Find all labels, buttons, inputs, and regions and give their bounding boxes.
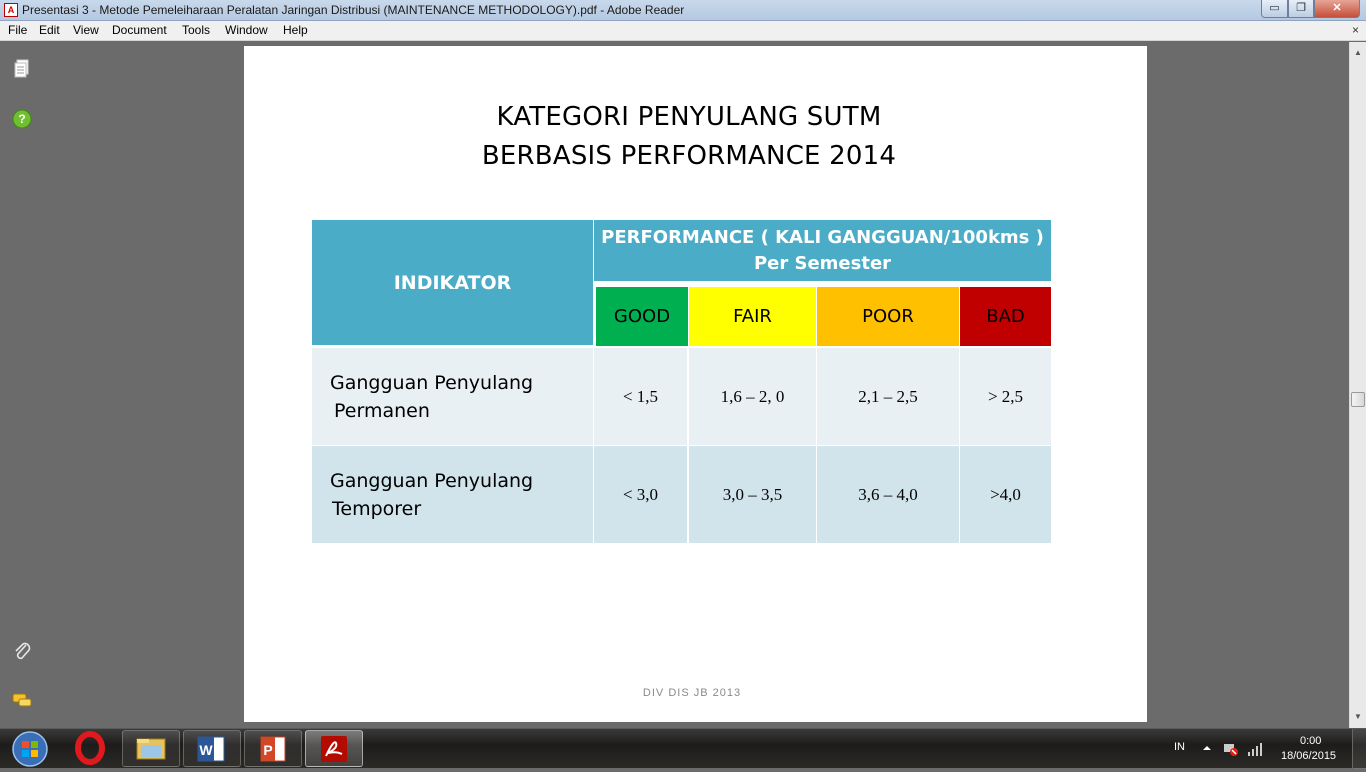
pages-icon[interactable] <box>11 58 33 80</box>
svg-text:?: ? <box>18 112 25 126</box>
taskbar: W P IN 0:00 18/06/2015 <box>0 728 1366 769</box>
menu-view[interactable]: View <box>73 23 99 37</box>
close-button[interactable]: ✕ <box>1314 0 1360 18</box>
adobe-reader-taskbar-button[interactable] <box>305 730 363 767</box>
table-cell: > 2,5 <box>960 348 1051 445</box>
rating-fair: FAIR <box>689 287 816 346</box>
header-performance: PERFORMANCE ( KALI GANGGUAN/100kms ) Per… <box>594 220 1051 281</box>
clock-time[interactable]: 0:00 <box>1300 735 1321 747</box>
adobe-reader-app-icon: A <box>4 3 18 17</box>
table-cell: 3,0 – 3,5 <box>689 446 816 543</box>
header-indikator: INDIKATOR <box>312 220 593 345</box>
powerpoint-taskbar-button[interactable]: P <box>244 730 302 767</box>
menu-file[interactable]: File <box>8 23 27 37</box>
slide-title-line1: KATEGORI PENYULANG SUTM <box>496 102 882 132</box>
title-bar: A Presentasi 3 - Metode Pemeleiharaan Pe… <box>0 0 1366 21</box>
slide-title: KATEGORI PENYULANG SUTM BERBASIS PERFORM… <box>244 98 1134 176</box>
network-icon[interactable] <box>1222 741 1240 757</box>
show-desktop-button[interactable] <box>1352 729 1366 769</box>
start-button[interactable] <box>2 729 58 769</box>
navigation-panel: ? <box>0 42 44 728</box>
adobe-reader-icon <box>321 736 347 762</box>
rating-good: GOOD <box>596 287 688 346</box>
powerpoint-icon: P <box>260 736 286 762</box>
scroll-up-arrow-icon[interactable]: ▲ <box>1352 48 1364 62</box>
svg-text:W: W <box>199 742 213 758</box>
document-page: KATEGORI PENYULANG SUTM BERBASIS PERFORM… <box>244 46 1147 722</box>
rating-bad: BAD <box>960 287 1051 346</box>
word-taskbar-button[interactable]: W <box>183 730 241 767</box>
help-icon[interactable]: ? <box>11 108 33 130</box>
table-cell: 3,6 – 4,0 <box>817 446 959 543</box>
table-cell: >4,0 <box>960 446 1051 543</box>
menu-help[interactable]: Help <box>283 23 308 37</box>
show-hidden-icons-icon[interactable] <box>1202 743 1212 753</box>
header-performance-line1: PERFORMANCE ( KALI GANGGUAN/100kms ) <box>601 226 1044 248</box>
table-cell: 2,1 – 2,5 <box>817 348 959 445</box>
opera-icon <box>75 731 105 765</box>
slide-title-line2: BERBASIS PERFORMANCE 2014 <box>481 141 897 171</box>
scroll-down-arrow-icon[interactable]: ▼ <box>1352 712 1364 726</box>
svg-text:P: P <box>263 742 272 758</box>
row-label-temporer: Gangguan Penyulang Temporer <box>312 446 593 543</box>
scrollbar-thumb[interactable] <box>1351 392 1365 407</box>
menu-window[interactable]: Window <box>225 23 268 37</box>
slide-footer: DIV DIS JB 2013 <box>642 687 742 699</box>
attachment-icon[interactable] <box>11 640 33 662</box>
comment-icon[interactable] <box>11 690 33 712</box>
menu-bar: File Edit View Document Tools Window Hel… <box>0 21 1366 41</box>
language-indicator[interactable]: IN <box>1174 741 1185 753</box>
window-title: Presentasi 3 - Metode Pemeleiharaan Pera… <box>22 3 685 17</box>
row-label-line2: Permanen <box>334 399 430 422</box>
table-cell: < 3,0 <box>594 446 687 543</box>
signal-icon[interactable] <box>1246 741 1264 757</box>
header-performance-line2: Per Semester <box>753 252 892 274</box>
minimize-button[interactable]: ▭ <box>1261 0 1288 18</box>
vertical-scrollbar[interactable]: ▲ ▼ <box>1349 42 1366 728</box>
clock-date[interactable]: 18/06/2015 <box>1281 750 1336 762</box>
maximize-button[interactable]: ❐ <box>1288 0 1314 18</box>
explorer-icon <box>136 738 166 760</box>
row-label-line1: Gangguan Penyulang <box>330 371 534 394</box>
row-label-permanen: Gangguan Penyulang Permanen <box>312 348 593 445</box>
row-label-line2: Temporer <box>332 497 422 520</box>
menu-tools[interactable]: Tools <box>182 23 210 37</box>
row-label-line1: Gangguan Penyulang <box>330 469 534 492</box>
table-cell: 1,6 – 2, 0 <box>689 348 816 445</box>
menu-document[interactable]: Document <box>112 23 167 37</box>
opera-taskbar-button[interactable] <box>61 730 119 767</box>
table-cell: < 1,5 <box>594 348 687 445</box>
rating-poor: POOR <box>817 287 959 346</box>
explorer-taskbar-button[interactable] <box>122 730 180 767</box>
menu-edit[interactable]: Edit <box>39 23 60 37</box>
close-document-button[interactable]: × <box>1352 23 1359 37</box>
word-icon: W <box>197 736 225 762</box>
